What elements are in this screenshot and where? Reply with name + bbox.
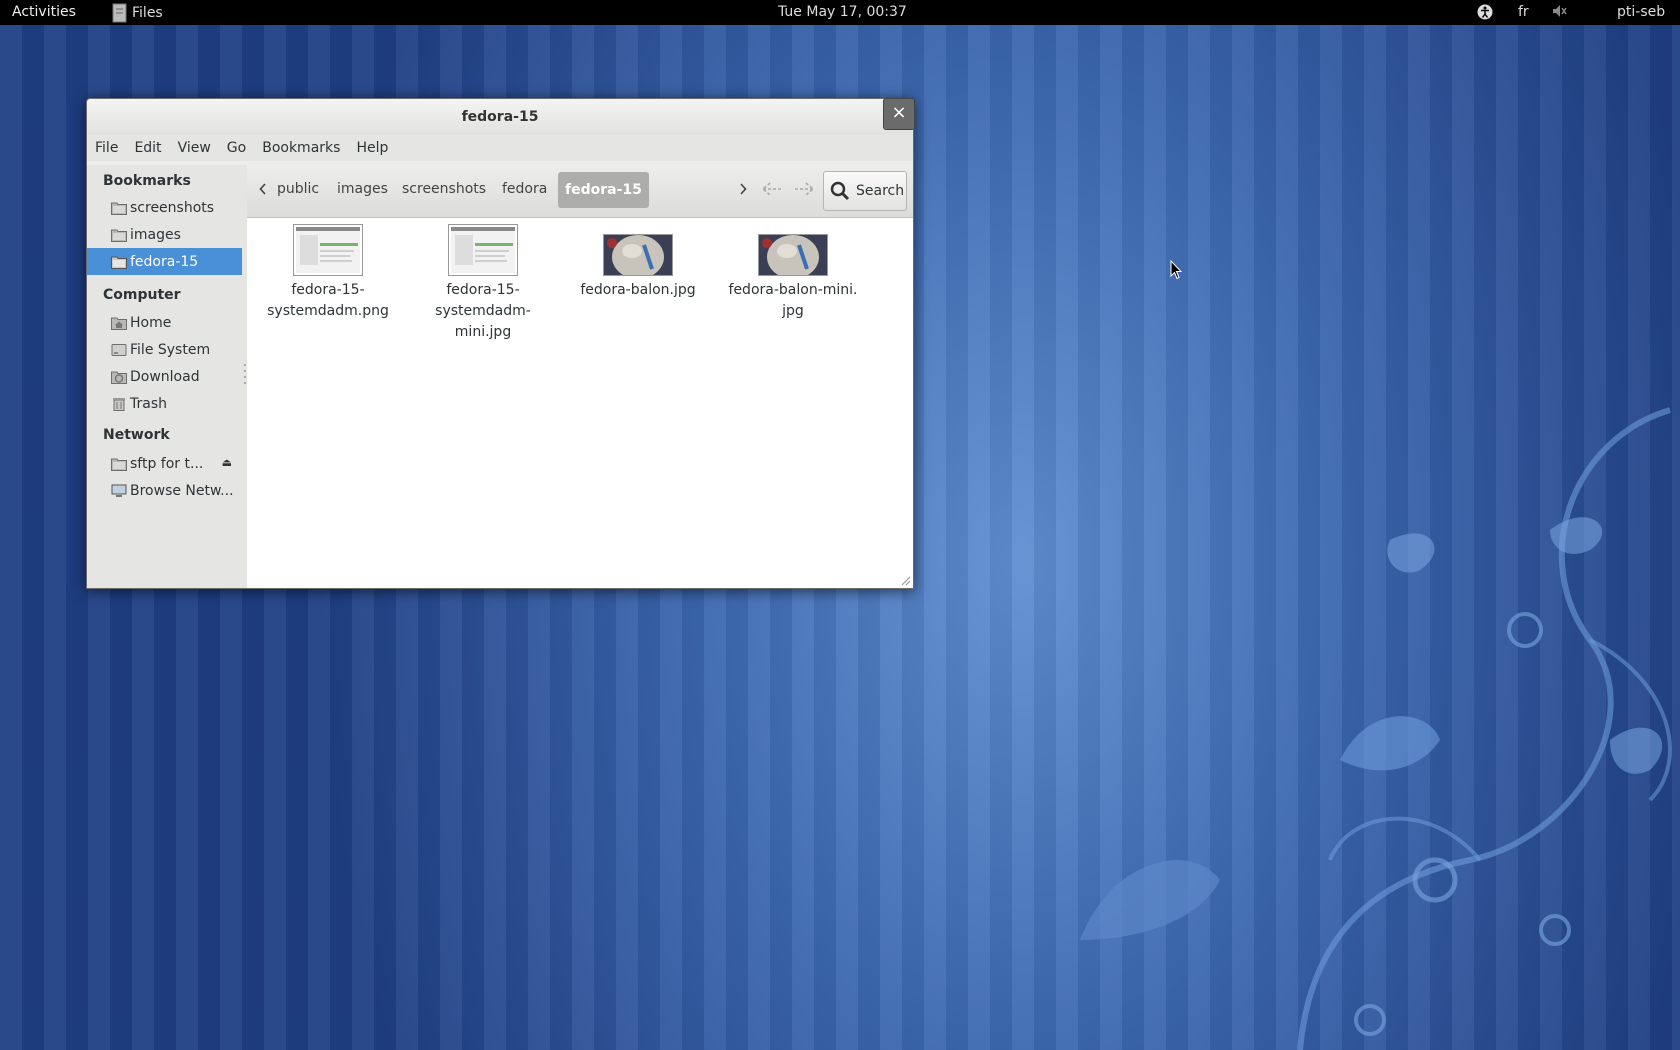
path-scroll-right-icon[interactable] (739, 183, 747, 195)
search-icon (830, 181, 850, 201)
forward-arrow-icon[interactable] (793, 181, 815, 197)
search-label: Search (856, 183, 905, 199)
sidebar-item-label: File System (130, 341, 211, 358)
window-resize-grip-icon[interactable] (899, 574, 911, 586)
activities-button[interactable]: Activities (12, 4, 76, 20)
sidebar-item-trash[interactable]: Trash (87, 390, 242, 417)
menu-edit[interactable]: Edit (126, 135, 169, 161)
network-folder-icon (111, 457, 127, 471)
balloon-photo-thumbnail-icon (758, 234, 828, 279)
file-name: fedora-balon-mini. jpg (728, 282, 858, 319)
folder-icon (111, 201, 127, 215)
app-menu[interactable]: Files (112, 0, 163, 25)
folder-icon (111, 255, 127, 269)
trash-icon (111, 397, 127, 411)
sidebar-item-home[interactable]: Home (87, 309, 242, 336)
sidebar-item-label: sftp for t... (130, 455, 204, 472)
eject-icon[interactable]: ⏏ (222, 456, 232, 469)
menu-go[interactable]: Go (219, 135, 254, 161)
sidebar-item-fedora-15[interactable]: fedora-15 (87, 248, 242, 275)
breadcrumb-fedora[interactable]: fedora (502, 181, 547, 197)
breadcrumb-public[interactable]: public (277, 181, 319, 197)
files-app-icon (112, 2, 128, 24)
menu-bookmarks[interactable]: Bookmarks (254, 135, 348, 161)
mouse-pointer-icon (1170, 260, 1182, 280)
window-title: fedora-15 (461, 109, 539, 125)
home-folder-icon (111, 316, 127, 330)
folder-icon (111, 228, 127, 242)
search-button[interactable]: Search (823, 171, 907, 211)
screenshot-thumbnail-icon (293, 224, 363, 276)
places-sidebar: Bookmarks screenshots images fedora-15 C… (87, 165, 247, 588)
sidebar-item-label: Download (130, 368, 200, 385)
file-item[interactable]: fedora-15- systemdadm.png (253, 224, 403, 322)
app-menu-label: Files (132, 4, 163, 21)
harddisk-icon (111, 343, 127, 357)
volume-muted-icon[interactable] (1552, 4, 1568, 18)
path-scroll-left-icon[interactable] (259, 183, 267, 195)
sidebar-item-images[interactable]: images (87, 221, 242, 248)
file-item[interactable]: fedora-balon-mini. jpg (718, 224, 868, 322)
window-titlebar[interactable]: fedora-15 (87, 99, 913, 135)
path-bar: public images screenshots fedora fedora-… (247, 165, 913, 218)
breadcrumb-screenshots[interactable]: screenshots (402, 181, 486, 197)
menu-file[interactable]: File (87, 135, 126, 161)
file-name: fedora-15- systemdadm-mini.jpg (435, 282, 531, 340)
sidebar-header-bookmarks: Bookmarks (103, 173, 191, 189)
sidebar-item-screenshots[interactable]: screenshots (87, 194, 242, 221)
back-arrow-icon[interactable] (761, 181, 783, 197)
accessibility-icon[interactable] (1477, 4, 1493, 20)
menu-help[interactable]: Help (348, 135, 396, 161)
balloon-photo-thumbnail-icon (603, 234, 673, 279)
sidebar-header-network: Network (103, 427, 170, 443)
breadcrumb-images[interactable]: images (337, 181, 388, 197)
screenshot-thumbnail-icon (448, 224, 518, 276)
sidebar-item-label: Home (130, 314, 172, 331)
sidebar-header-computer: Computer (103, 287, 181, 303)
sidebar-item-sftp[interactable]: sftp for t... ⏏ (87, 450, 242, 477)
sidebar-item-browse-network[interactable]: Browse Netw... (87, 477, 242, 504)
file-manager-window: fedora-15 × File Edit View Go Bookmarks … (86, 98, 915, 589)
file-name: fedora-15- systemdadm.png (267, 282, 389, 319)
sidebar-item-label: fedora-15 (130, 253, 199, 270)
file-name: fedora-balon.jpg (580, 282, 696, 298)
breadcrumb-current[interactable]: fedora-15 (558, 172, 649, 208)
top-bar: Activities Files Tue May 17, 00:37 fr pt… (0, 0, 1680, 25)
user-menu[interactable]: pti-seb (1617, 4, 1665, 20)
menu-bar: File Edit View Go Bookmarks Help (87, 135, 913, 161)
sidebar-item-label: screenshots (130, 199, 215, 216)
sidebar-item-download[interactable]: Download (87, 363, 242, 390)
download-folder-icon (111, 370, 127, 384)
sidebar-item-file-system[interactable]: File System (87, 336, 242, 363)
network-computer-icon (111, 484, 127, 498)
sidebar-item-label: Browse Netw... (130, 482, 234, 499)
menu-view[interactable]: View (170, 135, 219, 161)
file-view[interactable]: fedora-15- systemdadm.png fedora-15- sys… (247, 218, 913, 588)
close-window-button[interactable]: × (883, 98, 915, 130)
close-icon: × (891, 102, 907, 123)
file-item[interactable]: fedora-balon.jpg (563, 224, 713, 301)
keyboard-layout-indicator[interactable]: fr (1518, 4, 1529, 20)
file-item[interactable]: fedora-15- systemdadm-mini.jpg (408, 224, 558, 343)
desktop-wallpaper-vine-decoration (1080, 407, 1672, 1050)
sidebar-item-label: Trash (130, 395, 167, 412)
sidebar-item-label: images (130, 226, 181, 243)
clock[interactable]: Tue May 17, 00:37 (778, 4, 907, 20)
